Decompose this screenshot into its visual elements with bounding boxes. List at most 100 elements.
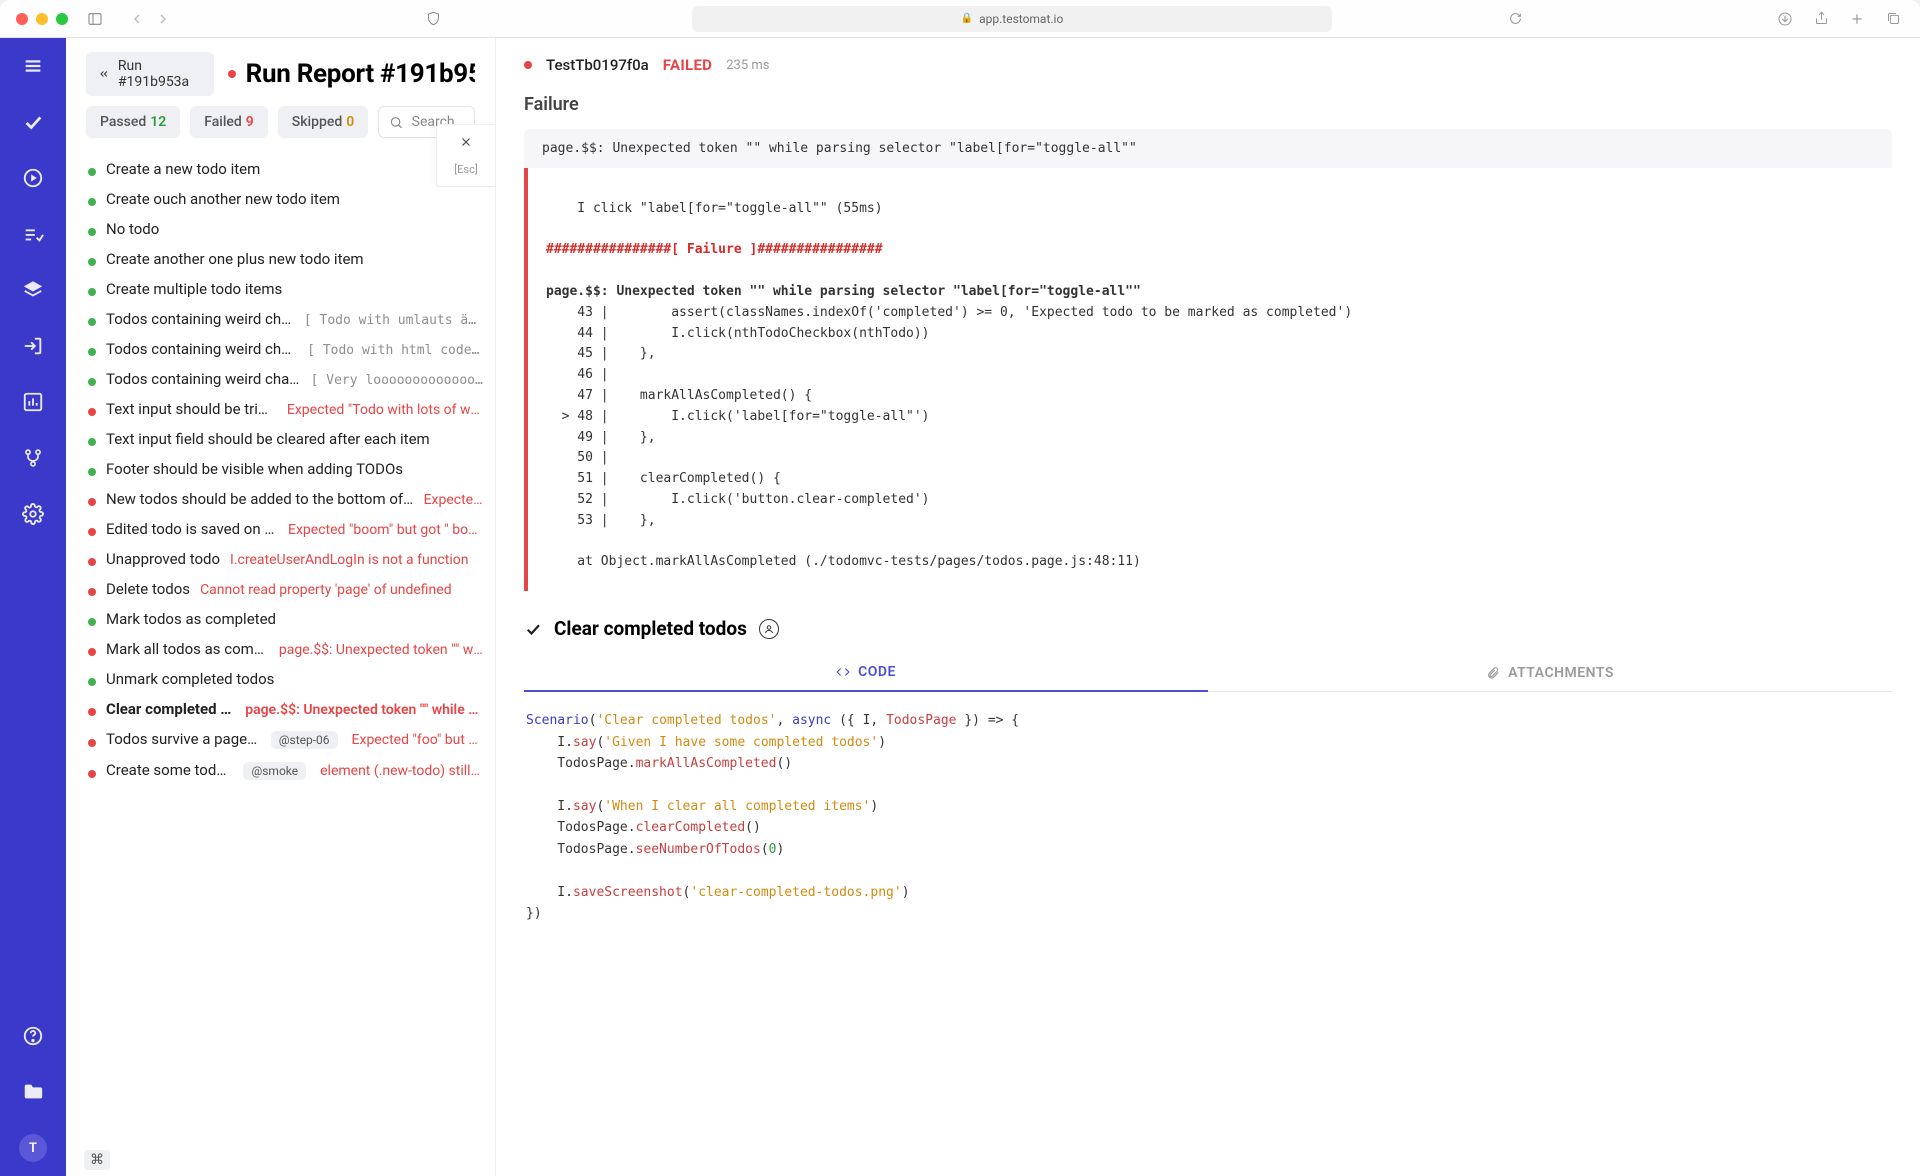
url-bar[interactable]: 🔒 app.testomat.io [692,6,1332,32]
test-item[interactable]: Edited todo is saved on blurExpected "bo… [84,514,487,544]
import-icon[interactable] [19,332,47,360]
tabs-icon[interactable] [1882,8,1904,30]
traffic-lights [16,13,68,25]
test-list-panel: Run #191b953a Run Report #191b953… Passe… [66,38,496,1176]
reload-icon[interactable] [1504,8,1526,30]
test-title: Delete todos [106,580,190,598]
runs-icon[interactable] [19,164,47,192]
test-title: Create multiple todo items [106,280,282,298]
test-error: Expected "foo" but got " f… [352,732,483,748]
check-icon[interactable] [19,108,47,136]
test-item[interactable]: Create multiple todo items [84,274,487,304]
test-item[interactable]: Mark all todos as completed page.$$: Unex… [84,634,487,664]
test-title: New todos should be added to the bottom … [106,490,414,508]
help-icon[interactable] [19,1022,47,1050]
share-icon[interactable] [1810,8,1832,30]
test-item[interactable]: Delete todosCannot read property 'page' … [84,574,487,604]
test-item[interactable]: Footer should be visible when adding TOD… [84,454,487,484]
url-text: app.testomat.io [979,12,1063,26]
review-icon[interactable] [19,220,47,248]
lock-icon: 🔒 [961,13,973,24]
test-title: Edited todo is saved on blur [106,520,278,538]
test-title: Create some todo items [106,761,233,779]
test-title: Clear completed todos [106,700,235,718]
status-dot [88,770,96,778]
test-tag: @step-06 [271,731,338,749]
test-title: Create another one plus new todo item [106,250,364,268]
new-tab-icon[interactable] [1846,8,1868,30]
test-title: Mark todos as completed [106,610,276,628]
test-item[interactable]: Clear completed todospage.$$: Unexpected… [84,694,487,724]
gear-icon[interactable] [19,500,47,528]
nav-rail: T [0,38,66,1176]
close-icon[interactable] [443,135,489,153]
status-dot [88,648,96,656]
avatar[interactable]: T [19,1134,47,1162]
tab-attachments[interactable]: ATTACHMENTS [1208,654,1892,691]
status-dot [88,558,96,566]
detail-status-dot [524,61,532,69]
test-title: Unapproved todo [106,550,220,568]
filter-failed[interactable]: Failed9 [190,106,268,138]
status-dot [88,168,96,176]
filter-passed[interactable]: Passed12 [86,106,180,138]
window-zoom-icon[interactable] [56,13,68,25]
test-title: Todos survive a page refresh [106,730,261,748]
test-title: Todos containing weird characters [106,340,297,358]
detail-duration: 235 ms [726,58,769,73]
test-item[interactable]: Create ouch another new todo item [84,184,487,214]
test-item[interactable]: Text input field should be cleared after… [84,424,487,454]
failure-stacktrace[interactable]: I click "label[for="toggle-all"" (55ms) … [524,168,1892,591]
test-title: Mark all todos as completed [106,640,269,658]
test-item[interactable]: Create a new todo item [84,154,487,184]
test-item[interactable]: No todo [84,214,487,244]
test-error: Expected "Todo with lots of whites… [287,402,483,418]
shield-icon[interactable] [422,8,444,30]
status-dot [88,739,96,747]
test-title: Create a new todo item [106,160,260,178]
code-icon [836,665,850,679]
nav-back-icon[interactable] [126,8,148,30]
page-title: Run Report #191b953… [228,59,475,89]
sidebar-toggle-icon[interactable] [84,8,106,30]
test-title: Todos containing weird characters [106,370,301,388]
test-item[interactable]: Unmark completed todos [84,664,487,694]
folder-icon[interactable] [19,1078,47,1106]
test-item[interactable]: Create some todo items@smokeelement (.ne… [84,755,487,786]
test-error: Expected… [424,492,483,508]
test-item[interactable]: Todos containing weird characters[ Very … [84,364,487,394]
tab-code[interactable]: CODE [524,654,1208,692]
esc-hint: [Esc] [443,163,489,176]
test-item[interactable]: Todos survive a page refresh @step-06 Expe… [84,724,487,755]
filter-skipped[interactable]: Skipped0 [278,106,368,138]
author-icon[interactable] [759,619,779,639]
menu-icon[interactable] [19,52,47,80]
test-title: Footer should be visible when adding TOD… [106,460,403,478]
analytics-icon[interactable] [19,388,47,416]
nav-forward-icon[interactable] [152,8,174,30]
window-close-icon[interactable] [16,13,28,25]
layers-icon[interactable] [19,276,47,304]
test-list[interactable]: Create a new todo item Create ouch anothe… [66,150,495,1176]
scenario-code[interactable]: Scenario('Clear completed todos', async … [524,704,1892,930]
test-item[interactable]: Todos containing weird characters[ Todo … [84,334,487,364]
test-item[interactable]: Mark todos as completed [84,604,487,634]
search-icon [389,115,403,130]
test-item[interactable]: Todos containing weird characters[ Todo … [84,304,487,334]
test-item[interactable]: Create another one plus new todo item [84,244,487,274]
paperclip-icon [1486,666,1500,680]
test-title: Text input should be trimmed [106,400,277,418]
window-minimize-icon[interactable] [36,13,48,25]
command-key-hint[interactable]: ⌘ [84,1150,110,1170]
test-item[interactable]: Text input should be trimmed Expected "To… [84,394,487,424]
scenario-title: Clear completed todos [554,617,747,640]
test-item[interactable]: Unapproved todoI.createUserAndLogIn is n… [84,544,487,574]
test-error: page.$$: Unexpected token "" while p… [279,642,483,658]
download-icon[interactable] [1774,8,1796,30]
status-dot [88,318,96,326]
test-error: element (.new-todo) still not vis… [320,763,483,779]
branch-icon[interactable] [19,444,47,472]
check-icon [524,620,542,638]
test-item[interactable]: New todos should be added to the bottom … [84,484,487,514]
back-to-run-button[interactable]: Run #191b953a [86,52,214,96]
